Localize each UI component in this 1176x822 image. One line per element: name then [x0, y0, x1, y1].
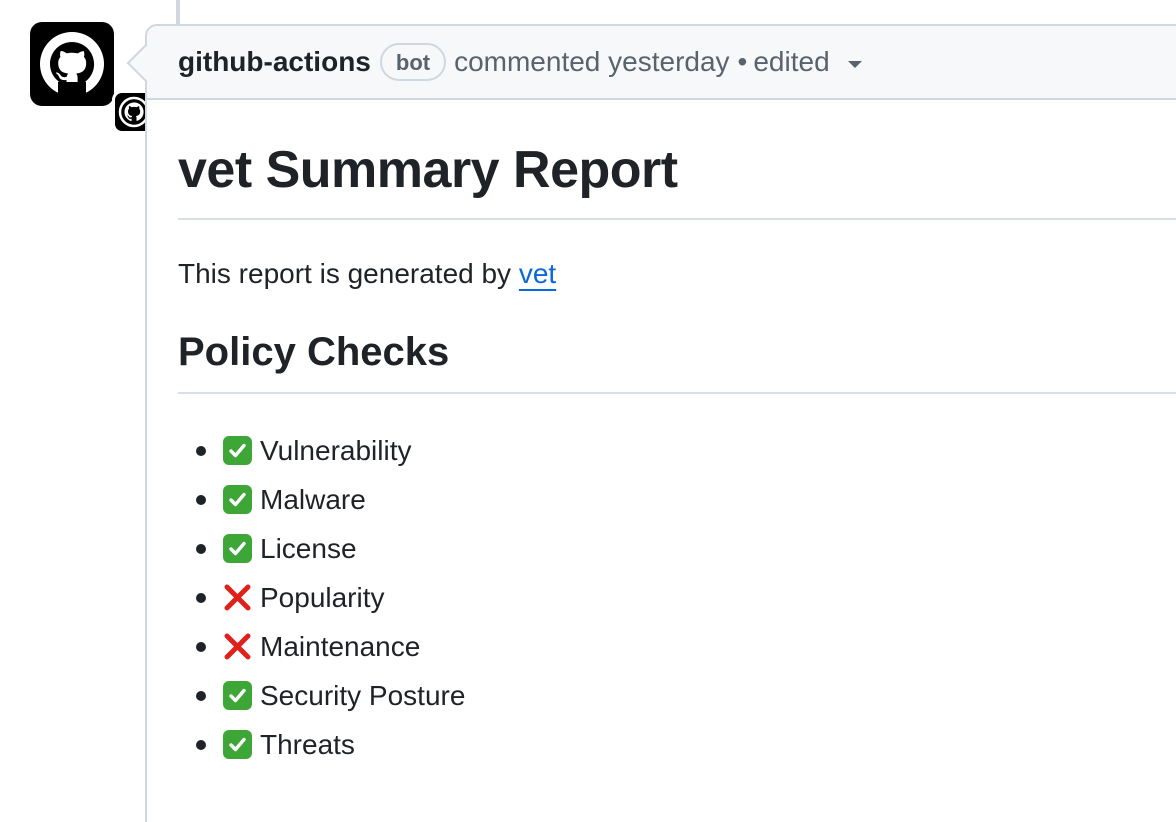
bullet: [196, 494, 206, 505]
check-label: Threats: [260, 728, 355, 760]
check-label: Malware: [260, 483, 366, 515]
cross-mark-icon: [223, 583, 252, 612]
check-item: Threats: [196, 720, 1176, 769]
intro-paragraph: This report is generated by vet: [178, 254, 1176, 294]
check-mark-icon: [223, 681, 252, 710]
vet-link[interactable]: vet: [519, 258, 556, 289]
check-item: Vulnerability: [196, 426, 1176, 475]
comment-header: github-actions bot commented yesterday •…: [147, 26, 1176, 100]
check-item: Security Posture: [196, 671, 1176, 720]
bot-badge: bot: [379, 43, 447, 81]
edited-dropdown[interactable]: edited: [753, 46, 862, 78]
caret-down-icon: [847, 60, 862, 68]
check-mark-icon: [223, 485, 252, 514]
check-mark-icon: [223, 436, 252, 465]
check-label: Popularity: [260, 581, 385, 613]
comment-body: vet Summary Report This report is genera…: [178, 134, 1176, 769]
meta-separator: •: [737, 46, 748, 77]
cross-mark-icon: [223, 632, 252, 661]
check-label: Security Posture: [260, 679, 466, 711]
check-item: Maintenance: [196, 622, 1176, 671]
check-item: Popularity: [196, 573, 1176, 622]
check-mark-icon: [223, 730, 252, 759]
bullet: [196, 690, 206, 701]
check-mark-icon: [223, 534, 252, 563]
policy-checks-list: Vulnerability Malware License Popularity: [178, 426, 1176, 769]
bullet: [196, 445, 206, 456]
bullet: [196, 592, 206, 603]
github-octocat-icon: [40, 32, 104, 106]
author-link[interactable]: github-actions: [178, 46, 371, 78]
check-label: Vulnerability: [260, 434, 412, 466]
page: github-actions bot commented yesterday •…: [0, 0, 1176, 822]
check-item: Malware: [196, 475, 1176, 524]
author-avatar[interactable]: [30, 22, 156, 134]
check-label: Maintenance: [260, 630, 421, 662]
bullet: [196, 641, 206, 652]
comment-container: github-actions bot commented yesterday •…: [145, 24, 1176, 822]
timeline-line: [176, 0, 180, 24]
check-label: License: [260, 532, 357, 564]
comment-timestamp[interactable]: commented yesterday: [454, 46, 729, 78]
bullet: [196, 739, 206, 750]
report-title: vet Summary Report: [178, 134, 1176, 220]
check-item: License: [196, 524, 1176, 573]
bullet: [196, 543, 206, 554]
edited-label: edited: [753, 46, 830, 77]
intro-text: This report is generated by: [178, 258, 519, 289]
policy-checks-heading: Policy Checks: [178, 324, 1176, 394]
